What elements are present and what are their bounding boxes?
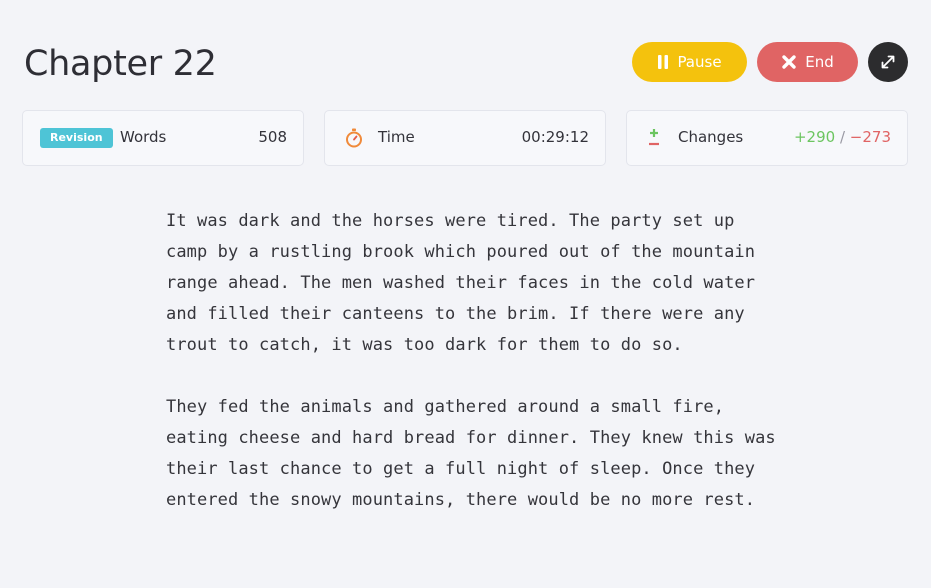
expand-button[interactable] <box>868 42 908 82</box>
time-value: 00:29:12 <box>521 128 589 146</box>
changes-stat-card: Changes +290 / −273 <box>626 110 908 166</box>
chapter-title: Chapter 22 <box>24 44 217 84</box>
end-label: End <box>805 53 834 71</box>
pause-icon <box>657 55 669 69</box>
plus-minus-icon <box>647 128 661 152</box>
manuscript-paragraph[interactable]: It was dark and the horses were tired. T… <box>166 206 786 361</box>
words-label: Words <box>120 128 167 146</box>
changes-separator: / <box>839 128 846 146</box>
pause-label: Pause <box>677 53 722 71</box>
changes-value: +290 / −273 <box>794 111 891 164</box>
close-icon <box>781 54 797 70</box>
end-button[interactable]: End <box>757 42 858 82</box>
time-label: Time <box>378 128 415 146</box>
words-count: 508 <box>258 128 287 146</box>
changes-label: Changes <box>678 128 744 146</box>
revision-badge: Revision <box>40 128 113 148</box>
manuscript-editor[interactable]: It was dark and the horses were tired. T… <box>166 206 786 547</box>
words-stat-card: Revision Words 508 <box>22 110 304 166</box>
time-stat-card: Time 00:29:12 <box>324 110 606 166</box>
added-count: +290 <box>793 128 836 146</box>
pause-button[interactable]: Pause <box>632 42 747 82</box>
manuscript-paragraph[interactable]: They fed the animals and gathered around… <box>166 392 786 516</box>
removed-count: −273 <box>849 128 891 146</box>
stopwatch-icon <box>345 128 363 152</box>
expand-icon <box>880 54 896 70</box>
